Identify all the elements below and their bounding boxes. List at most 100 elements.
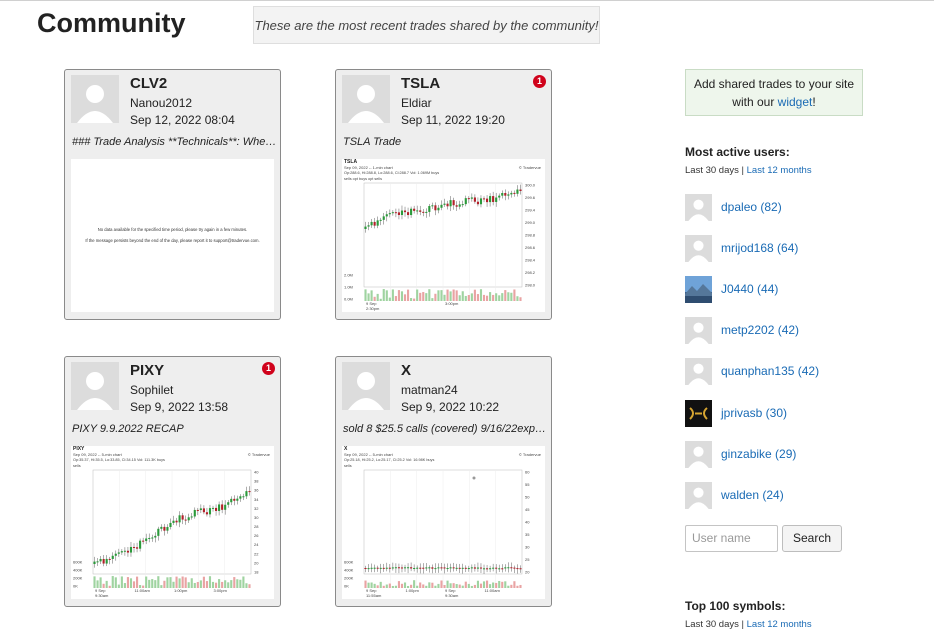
candle <box>440 204 443 208</box>
active-user-row[interactable]: jprivasb (30) <box>685 399 787 427</box>
user-link[interactable]: jprivasb (30) <box>721 406 787 420</box>
user-link[interactable]: J0440 (44) <box>721 282 778 296</box>
active-user-row[interactable]: walden (24) <box>685 481 784 509</box>
active-user-row[interactable]: dpaleo (82) <box>685 193 782 221</box>
volume-bar <box>501 293 504 301</box>
trade-date: Sep 12, 2022 08:04 <box>130 113 235 127</box>
candle <box>513 192 516 194</box>
trade-chart[interactable]: No data available for the specified time… <box>71 159 274 312</box>
volume-bar <box>385 290 388 301</box>
widget-promo: Add shared trades to your site with our … <box>685 69 863 116</box>
volume-bar <box>473 584 476 588</box>
trade-chart[interactable]: TSLA Sep 09, 2022 -- 1-min chart © Trade… <box>342 159 545 312</box>
user-search-input[interactable]: User name <box>685 525 778 552</box>
user-avatar[interactable] <box>685 440 712 468</box>
trade-description[interactable]: ### Trade Analysis **Technicals**: Whe… <box>72 136 277 148</box>
candle <box>513 567 516 569</box>
period-12-months-link[interactable]: Last 12 months <box>747 619 812 630</box>
volume-bar <box>169 577 172 588</box>
trade-description[interactable]: PIXY 9.9.2022 RECAP <box>72 423 277 435</box>
trade-symbol[interactable]: X <box>401 362 411 379</box>
volume-bar <box>467 295 470 301</box>
user-link[interactable]: quanphan135 (42) <box>721 364 819 378</box>
trade-symbol[interactable]: PIXY <box>130 362 164 379</box>
trade-user[interactable]: Sophilet <box>130 383 173 397</box>
trade-symbol[interactable]: TSLA <box>401 75 440 92</box>
user-link[interactable]: ginzabike (29) <box>721 447 796 461</box>
widget-link[interactable]: widget <box>778 95 813 109</box>
default-avatar-icon <box>71 362 119 410</box>
trade-chart[interactable]: PIXY Sep 09, 2022 -- 5-min chart © Trade… <box>71 446 274 599</box>
no-data-message-2: If the message persists beyond the end o… <box>85 238 260 243</box>
default-avatar-icon <box>685 234 712 262</box>
intro-text: These are the most recent trades shared … <box>254 17 599 33</box>
active-user-row[interactable]: mrijod168 (64) <box>685 234 798 262</box>
candle <box>394 212 397 214</box>
active-user-row[interactable]: quanphan135 (42) <box>685 357 819 385</box>
candle <box>388 567 391 569</box>
trade-marker <box>472 476 476 480</box>
candle <box>434 205 437 211</box>
trade-card-pixy[interactable]: 1 PIXY Sophilet Sep 9, 2022 13:58 PIXY 9… <box>64 356 281 607</box>
candle <box>449 200 452 207</box>
volume-bar <box>394 296 397 301</box>
candle <box>498 568 501 570</box>
volume-bar <box>105 580 108 588</box>
candle <box>400 567 404 569</box>
active-user-row[interactable]: ginzabike (29) <box>685 440 796 468</box>
candle <box>410 567 413 569</box>
trade-date: Sep 9, 2022 13:58 <box>130 400 229 414</box>
trade-user[interactable]: Eldiar <box>401 96 432 110</box>
user-avatar[interactable] <box>685 316 712 344</box>
active-user-row[interactable]: J0440 (44) <box>685 275 778 303</box>
trade-card-x[interactable]: X matman24 Sep 9, 2022 10:22 sold 8 $25.… <box>335 356 552 607</box>
candle <box>99 558 102 562</box>
user-avatar[interactable] <box>685 357 712 385</box>
user-avatar[interactable] <box>71 75 119 123</box>
user-avatar[interactable] <box>685 399 712 427</box>
candle <box>416 567 419 569</box>
volume-bar <box>485 295 489 301</box>
volume-bar <box>458 584 461 588</box>
user-avatar[interactable] <box>685 275 712 303</box>
user-link[interactable]: walden (24) <box>721 488 784 502</box>
user-avatar[interactable] <box>71 362 119 410</box>
volume-bar <box>193 582 196 588</box>
user-link[interactable]: metp2202 (42) <box>721 323 799 337</box>
candle <box>129 546 133 553</box>
user-link[interactable]: mrijod168 (64) <box>721 241 798 255</box>
volume-bar <box>422 584 425 588</box>
volume-bar <box>388 583 391 588</box>
default-avatar-icon <box>685 440 712 468</box>
trade-description[interactable]: TSLA Trade <box>343 136 548 148</box>
user-avatar[interactable] <box>685 234 712 262</box>
candle <box>431 205 434 207</box>
candle <box>105 558 108 564</box>
volume-bar <box>498 295 501 301</box>
trade-chart[interactable]: X Sep 09, 2022 -- 5-min chart © Tradervu… <box>342 446 545 599</box>
period-12-months-link[interactable]: Last 12 months <box>747 165 812 176</box>
user-link[interactable]: dpaleo (82) <box>721 200 782 214</box>
user-avatar[interactable] <box>342 75 390 123</box>
trade-user[interactable]: Nanou2012 <box>130 96 192 110</box>
volume-bar <box>419 292 422 301</box>
user-avatar[interactable] <box>342 362 390 410</box>
volume-bar <box>504 290 507 301</box>
user-avatar[interactable] <box>685 481 712 509</box>
volume-bar <box>242 576 245 588</box>
trade-card-tsla[interactable]: 1 TSLA Eldiar Sep 11, 2022 19:20 TSLA Tr… <box>335 69 552 320</box>
active-user-row[interactable]: metp2202 (42) <box>685 316 799 344</box>
volume-tick-label: 200K <box>344 576 354 581</box>
user-avatar[interactable] <box>685 193 712 221</box>
trade-user[interactable]: matman24 <box>401 383 458 397</box>
trade-card-clv2[interactable]: CLV2 Nanou2012 Sep 12, 2022 08:04 ### Tr… <box>64 69 281 320</box>
search-button[interactable]: Search <box>782 525 842 552</box>
top-divider <box>0 0 934 1</box>
candle <box>410 208 413 216</box>
trade-description[interactable]: sold 8 $25.5 calls (covered) 9/16/22exp … <box>343 423 548 435</box>
default-avatar-icon <box>342 75 390 123</box>
volume-bar <box>376 293 379 301</box>
trade-symbol[interactable]: CLV2 <box>130 75 167 92</box>
candle <box>151 537 154 539</box>
y-tick-label: 35 <box>525 532 530 537</box>
